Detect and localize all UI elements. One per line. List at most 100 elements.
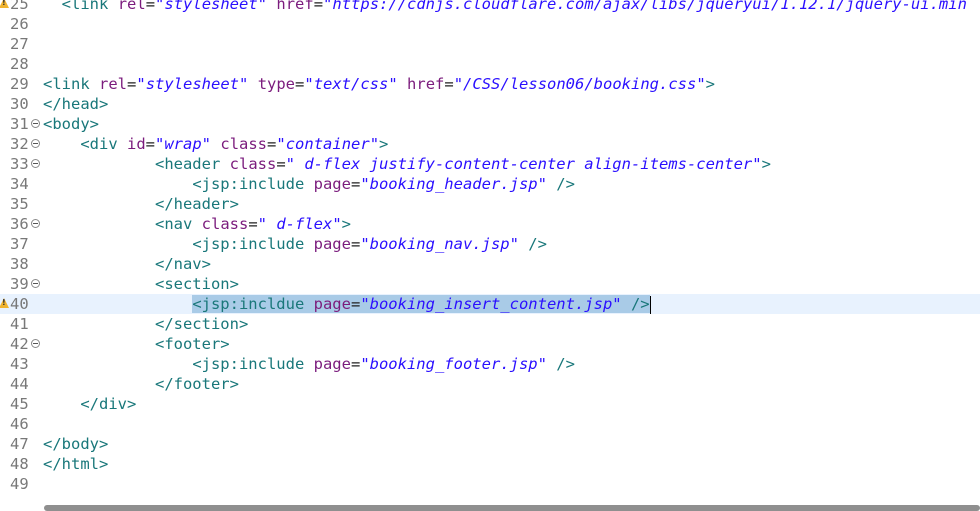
tag-token: </section>	[154, 315, 249, 333]
code-text[interactable]: <footer>	[43, 334, 230, 354]
code-text[interactable]: <jsp:incldue page="booking_insert_conten…	[43, 294, 651, 314]
line-gutter: 49	[0, 474, 42, 494]
code-text[interactable]: </footer>	[43, 374, 239, 394]
code-text[interactable]: <section>	[43, 274, 239, 294]
code-line-34[interactable]: 34 <jsp:include page="booking_header.jsp…	[0, 174, 980, 194]
line-number: 48	[10, 455, 29, 473]
code-line-42[interactable]: 42 <footer>	[0, 334, 980, 354]
code-line-43[interactable]: 43 <jsp:include page="booking_footer.jsp…	[0, 354, 980, 374]
fold-collapse-icon[interactable]	[31, 339, 40, 348]
fold-collapse-icon[interactable]	[31, 139, 40, 148]
line-number: 36	[10, 215, 29, 233]
code-line-49[interactable]: 49	[0, 474, 980, 494]
fold-collapse-icon[interactable]	[31, 159, 40, 168]
code-line-26[interactable]: 26	[0, 14, 980, 34]
line-gutter: 47	[0, 434, 42, 454]
code-line-27[interactable]: 27	[0, 34, 980, 54]
fold-collapse-icon[interactable]	[31, 279, 40, 288]
line-number: 33	[10, 155, 29, 173]
tag-token: <footer>	[154, 335, 230, 353]
line-number: 38	[10, 255, 29, 273]
code-line-45[interactable]: 45 </div>	[0, 394, 980, 414]
code-text[interactable]: <jsp:include page="booking_header.jsp" /…	[43, 174, 575, 194]
line-gutter: 45	[0, 394, 42, 414]
code-line-28[interactable]: 28	[0, 54, 980, 74]
horizontal-scrollbar[interactable]	[44, 505, 980, 511]
code-text[interactable]: </header>	[43, 194, 239, 214]
line-gutter: 27	[0, 34, 42, 54]
line-gutter: 39	[0, 274, 42, 294]
line-gutter: 44	[0, 374, 42, 394]
attribute-token: class	[220, 135, 268, 153]
code-text[interactable]: <body>	[43, 114, 99, 134]
tag-token: >	[341, 215, 352, 233]
code-line-47[interactable]: 47 </body>	[0, 434, 980, 454]
warning-icon[interactable]	[0, 298, 9, 308]
value-token: "booking_footer.jsp"	[360, 355, 547, 373]
code-line-37[interactable]: 37 <jsp:include page="booking_nav.jsp" /…	[0, 234, 980, 254]
value-token: "/CSS/lesson06/booking.css"	[453, 75, 706, 93]
code-text[interactable]: </body>	[43, 434, 108, 454]
code-line-41[interactable]: 41 </section>	[0, 314, 980, 334]
attribute-token: href	[276, 0, 314, 13]
tag-token: </div>	[80, 395, 137, 413]
value-token: "wrap"	[155, 135, 212, 153]
warning-icon[interactable]	[0, 0, 9, 8]
code-line-30[interactable]: 30 </head>	[0, 94, 980, 114]
line-number: 37	[10, 235, 29, 253]
code-text[interactable]: </section>	[43, 314, 248, 334]
line-number: 29	[10, 75, 29, 93]
code-editor[interactable]: 25 <link rel="stylesheet" href="https://…	[0, 0, 980, 511]
value-token: "booking_nav.jsp"	[360, 235, 519, 253]
code-line-25[interactable]: 25 <link rel="stylesheet" href="https://…	[0, 0, 980, 14]
value-token: " d-flex justify-content-center align-it…	[285, 155, 762, 173]
code-line-48[interactable]: 48 </html>	[0, 454, 980, 474]
code-text[interactable]: </div>	[43, 394, 136, 414]
attribute-token: class	[201, 215, 249, 233]
line-gutter: 30	[0, 94, 42, 114]
code-line-29[interactable]: 29 <link rel="stylesheet" type="text/css"…	[0, 74, 980, 94]
code-line-35[interactable]: 35 </header>	[0, 194, 980, 214]
line-number: 41	[10, 315, 29, 333]
plain-token: =	[145, 135, 156, 153]
plain-token: =	[127, 75, 137, 93]
code-line-46[interactable]: 46	[0, 414, 980, 434]
code-line-38[interactable]: 38 </nav>	[0, 254, 980, 274]
code-text[interactable]: <link rel="stylesheet" type="text/css" h…	[43, 74, 715, 94]
line-number: 44	[10, 375, 29, 393]
code-text[interactable]: </html>	[43, 454, 108, 474]
line-number: 46	[10, 415, 29, 433]
code-line-36[interactable]: 36 <nav class=" d-flex">	[0, 214, 980, 234]
line-number: 47	[10, 435, 29, 453]
plain-token: =	[276, 155, 286, 173]
fold-collapse-icon[interactable]	[31, 219, 40, 228]
code-line-44[interactable]: 44 </footer>	[0, 374, 980, 394]
fold-collapse-icon[interactable]	[31, 119, 40, 128]
attribute-token: type	[257, 75, 296, 93]
tag-token: />	[528, 235, 547, 253]
code-line-31[interactable]: 31 <body>	[0, 114, 980, 134]
attribute-token: rel	[117, 0, 146, 13]
code-text[interactable]: </nav>	[43, 254, 211, 274]
code-line-33[interactable]: 33 <header class=" d-flex justify-conten…	[0, 154, 980, 174]
code-text[interactable]: <header class=" d-flex justify-content-c…	[43, 154, 771, 174]
code-text[interactable]: <link rel="stylesheet" href="https://cdn…	[43, 0, 967, 14]
code-line-39[interactable]: 39 <section>	[0, 274, 980, 294]
code-text[interactable]: <jsp:include page="booking_footer.jsp" /…	[43, 354, 575, 374]
code-text[interactable]: <nav class=" d-flex">	[43, 214, 351, 234]
code-text[interactable]: <jsp:include page="booking_nav.jsp" />	[43, 234, 547, 254]
value-token: "https://cdnjs.cloudflare.com/ajax/libs/…	[323, 0, 967, 13]
plain-token	[304, 295, 314, 313]
tag-token: />	[556, 355, 575, 373]
code-text[interactable]: </head>	[43, 94, 108, 114]
code-text[interactable]: <div id="wrap" class="container">	[43, 134, 388, 154]
code-line-32[interactable]: 32 <div id="wrap" class="container">	[0, 134, 980, 154]
code-line-40[interactable]: 40 <jsp:incldue page="booking_insert_con…	[0, 294, 980, 314]
